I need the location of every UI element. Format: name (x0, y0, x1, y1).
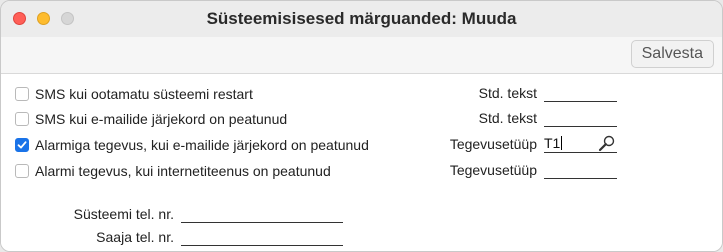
title-bar: Süsteemisisesed märguanded: Muuda (1, 1, 722, 37)
window: Süsteemisisesed märguanded: Muuda Salves… (0, 0, 723, 252)
action-type-label-1: Tegevusetüüp (449, 136, 537, 152)
checkbox-restart-sms[interactable] (15, 87, 29, 101)
checkbox-label: SMS kui e-mailide järjekord on peatunud (35, 111, 288, 127)
action-type-field-2[interactable] (544, 160, 617, 179)
system-phone-field[interactable] (181, 204, 343, 223)
form-content: SMS kui ootamatu süsteemi restart SMS ku… (1, 74, 722, 251)
checkbox-label: SMS kui ootamatu süsteemi restart (35, 86, 253, 102)
checkbox-label: Alarmiga tegevus, kui e-mailide järjekor… (35, 137, 369, 153)
toolbar: Salvesta (1, 37, 722, 73)
checkbox-row-restart-sms[interactable]: SMS kui ootamatu süsteemi restart (15, 84, 253, 104)
action-type-value: T1 (544, 135, 561, 151)
std-text-field-2[interactable] (544, 108, 617, 127)
checkbox-label: Alarmi tegevus, kui internetiteenus on p… (35, 163, 331, 179)
checkbox-row-queue-sms[interactable]: SMS kui e-mailide järjekord on peatunud (15, 109, 287, 129)
std-text-label-1: Std. tekst (478, 85, 537, 101)
checkbox-row-queue-alarm[interactable]: Alarmiga tegevus, kui e-mailide järjekor… (15, 135, 369, 155)
checkmark-icon (17, 141, 27, 149)
checkbox-internet-alarm[interactable] (15, 164, 29, 178)
system-phone-label: Süsteemi tel. nr. (73, 206, 174, 222)
checkbox-queue-alarm[interactable] (15, 138, 29, 152)
receiver-phone-label: Saaja tel. nr. (96, 229, 174, 245)
std-text-label-2: Std. tekst (478, 110, 537, 126)
checkbox-row-internet-alarm[interactable]: Alarmi tegevus, kui internetiteenus on p… (15, 161, 331, 181)
action-type-field-1[interactable]: T1 (544, 134, 617, 153)
save-button[interactable]: Salvesta (630, 40, 714, 68)
action-type-label-2: Tegevusetüüp (449, 162, 537, 178)
window-title: Süsteemisisesed märguanded: Muuda (206, 9, 517, 28)
std-text-field-1[interactable] (544, 83, 617, 102)
text-cursor (561, 136, 563, 150)
checkbox-queue-sms[interactable] (15, 112, 29, 126)
magnifier-icon[interactable] (597, 134, 617, 152)
receiver-phone-field[interactable] (181, 227, 343, 246)
